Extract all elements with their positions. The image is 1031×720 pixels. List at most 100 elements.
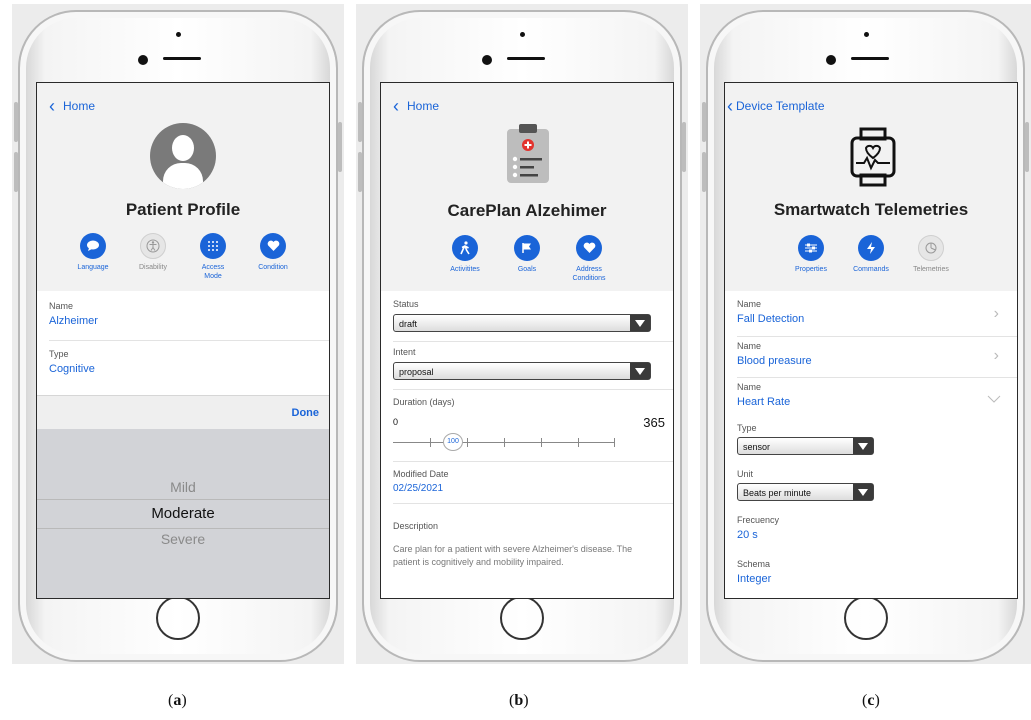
slider-tick xyxy=(467,438,468,447)
caption-letter: b xyxy=(514,692,524,709)
description-field: Description Care plan for a patient with… xyxy=(393,521,661,569)
done-button[interactable]: Done xyxy=(292,407,320,419)
type-field[interactable]: Type Cognitive xyxy=(49,349,317,375)
telemetry-item-expanded[interactable]: Name Heart Rate xyxy=(737,382,1005,408)
name-field[interactable]: Name Alzheimer xyxy=(49,301,317,327)
back-nav[interactable]: ‹ Device Template xyxy=(727,97,825,115)
person-body-icon xyxy=(163,163,203,189)
frequency-label: Frecuency xyxy=(737,515,780,525)
frequency-field[interactable]: Frecuency 20 s xyxy=(737,515,1005,541)
volume-button xyxy=(14,102,18,142)
phone-frame: ‹ Home Patient Profile Language Disabili… xyxy=(14,10,342,662)
icon-row: Language Disability Access Mode Conditio… xyxy=(37,233,329,281)
address-conditions-tab[interactable]: Address Conditions xyxy=(561,235,617,283)
phone-frame: ‹ Device Template Smartwatch Telemetries xyxy=(702,10,1029,662)
unit-field: Unit Beats per minute xyxy=(737,469,1005,501)
intent-field: Intent proposal xyxy=(393,347,661,380)
dropdown-arrow-icon xyxy=(853,484,873,500)
condition-label: Condition xyxy=(258,264,288,271)
flag-icon xyxy=(514,235,540,261)
telemetry-item[interactable]: Name Fall Detection › xyxy=(737,299,1005,325)
panel-c: ‹ Device Template Smartwatch Telemetries xyxy=(700,4,1031,664)
divider xyxy=(737,336,1017,337)
avatar xyxy=(150,123,216,189)
back-nav[interactable]: ‹ Home xyxy=(49,97,96,115)
status-label: Status xyxy=(393,299,419,309)
phone-frame: ‹ Home CarePlan Alzehimer Activitites Go… xyxy=(358,10,686,662)
goals-tab[interactable]: Goals xyxy=(499,235,555,283)
description-label: Description xyxy=(393,521,439,531)
volume-button xyxy=(702,152,706,192)
picker-option[interactable]: Mild xyxy=(37,479,329,495)
picker-option[interactable]: Severe xyxy=(37,531,329,547)
home-button[interactable] xyxy=(844,596,888,640)
caption-a: (a) xyxy=(168,692,187,709)
screen: ‹ Home Patient Profile Language Disabili… xyxy=(36,82,330,599)
speaker-grill xyxy=(851,57,889,60)
activities-label: Activitites xyxy=(450,266,480,273)
status-select[interactable]: draft xyxy=(393,314,651,332)
intent-select[interactable]: proposal xyxy=(393,362,651,380)
goals-label: Goals xyxy=(517,266,537,273)
power-button xyxy=(682,122,686,172)
picker-option-selected[interactable]: Moderate xyxy=(37,505,329,522)
access-mode-tab[interactable]: Access Mode xyxy=(185,233,241,281)
item-value: Fall Detection xyxy=(737,313,805,325)
unit-label: Unit xyxy=(737,469,754,479)
panel-b: ‹ Home CarePlan Alzehimer Activitites Go… xyxy=(356,4,688,664)
heart-icon xyxy=(576,235,602,261)
divider xyxy=(737,377,1017,378)
walking-icon xyxy=(452,235,478,261)
type-select[interactable]: sensor xyxy=(737,437,874,455)
sensor-dot xyxy=(176,32,181,37)
accessibility-icon xyxy=(140,233,166,259)
caption-letter: c xyxy=(867,692,875,709)
volume-button xyxy=(358,102,362,142)
volume-button xyxy=(358,152,362,192)
picker-wheel[interactable]: Mild Moderate Severe xyxy=(37,429,329,598)
back-nav[interactable]: ‹ Home xyxy=(393,97,439,115)
type-value: sensor xyxy=(743,442,771,452)
schema-field[interactable]: Schema Integer xyxy=(737,559,1005,585)
type-field: Type sensor xyxy=(737,423,1005,455)
telemetries-tab[interactable]: Telemetries xyxy=(903,235,959,274)
icon-row: Properties Commands Telemetries xyxy=(725,235,1017,274)
home-button[interactable] xyxy=(500,596,544,640)
chevron-down-icon xyxy=(987,390,1001,408)
unit-select[interactable]: Beats per minute xyxy=(737,483,874,501)
dropdown-arrow-icon xyxy=(630,363,650,379)
duration-slider[interactable]: 100 xyxy=(393,433,615,453)
speaker-grill xyxy=(163,57,201,60)
home-button[interactable] xyxy=(156,596,200,640)
page-title: Patient Profile xyxy=(125,200,241,219)
address-conditions-label: Address Conditions xyxy=(572,266,606,282)
screen: ‹ Home CarePlan Alzehimer Activitites Go… xyxy=(380,82,674,599)
divider xyxy=(393,389,673,390)
heart-icon xyxy=(260,233,286,259)
modified-value: 02/25/2021 xyxy=(393,483,444,494)
language-tab[interactable]: Language xyxy=(65,233,121,281)
keypad-icon xyxy=(200,233,226,259)
power-button xyxy=(338,122,342,172)
clipboard-icon xyxy=(505,123,551,190)
access-mode-label: Access Mode xyxy=(201,264,225,280)
properties-tab[interactable]: Properties xyxy=(783,235,839,274)
telemetry-item[interactable]: Name Blood preasure › xyxy=(737,341,1005,367)
lightning-icon xyxy=(858,235,884,261)
schema-label: Schema xyxy=(737,559,771,569)
duration-field: Duration (days) 0 365 100 xyxy=(393,397,665,451)
intent-value: proposal xyxy=(399,367,434,377)
commands-tab[interactable]: Commands xyxy=(843,235,899,274)
sensor-dot xyxy=(864,32,869,37)
item-label: Name xyxy=(737,299,762,309)
field-value: Cognitive xyxy=(49,363,95,375)
back-label: Home xyxy=(63,99,96,113)
status-value: draft xyxy=(399,319,418,329)
slider-thumb[interactable]: 100 xyxy=(443,433,463,451)
duration-label: Duration (days) xyxy=(393,397,455,407)
chevron-right-icon: › xyxy=(993,347,999,364)
condition-tab[interactable]: Condition xyxy=(245,233,301,281)
disability-tab[interactable]: Disability xyxy=(125,233,181,281)
activities-tab[interactable]: Activitites xyxy=(437,235,493,283)
modified-label: Modified Date xyxy=(393,469,449,479)
